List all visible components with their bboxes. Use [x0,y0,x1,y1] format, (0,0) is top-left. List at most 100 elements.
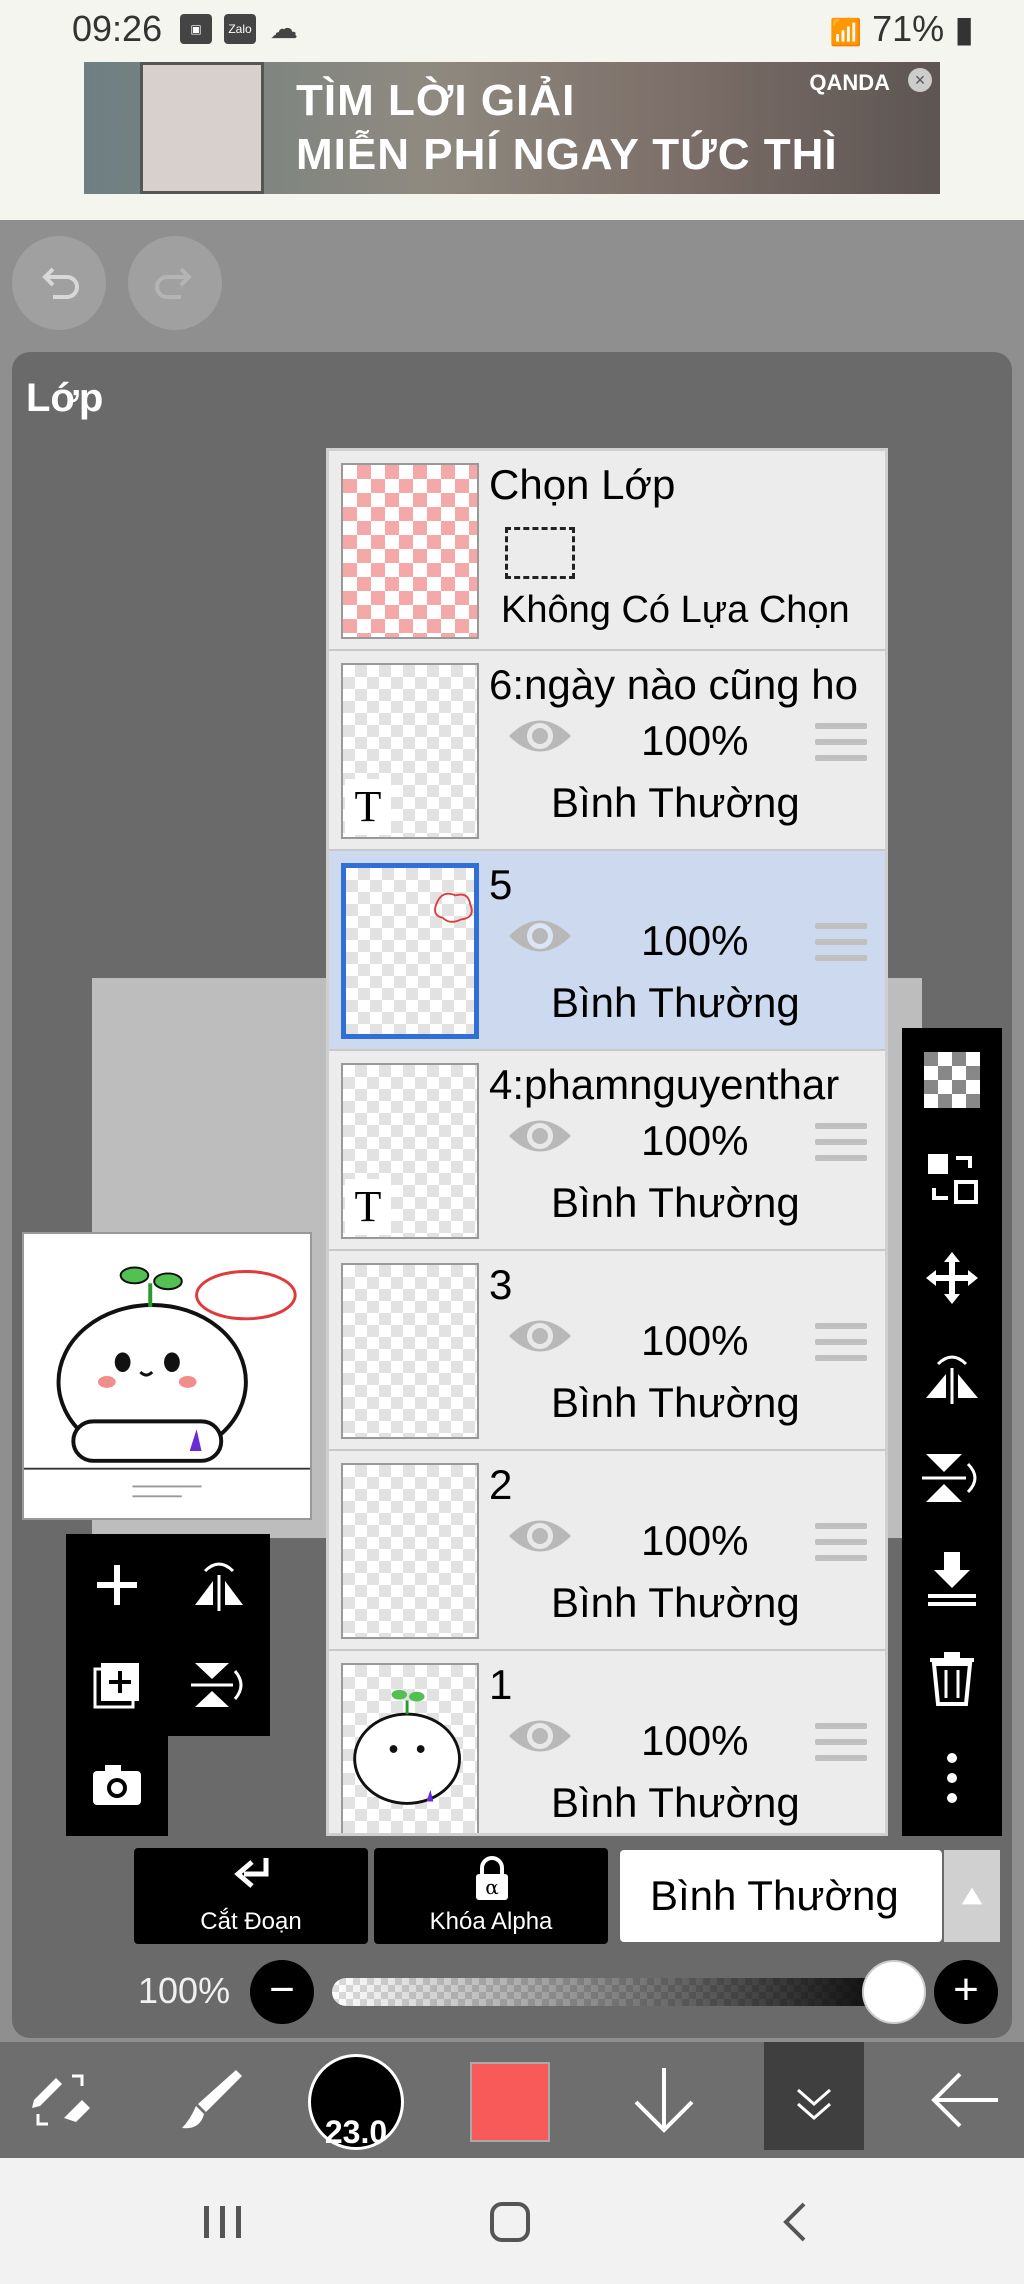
layer-opacity: 100% [641,1717,749,1764]
opacity-label: 100% [138,1970,231,2011]
undo-button[interactable] [12,236,106,330]
layer-row[interactable]: T 6:ngày nào cũng ho 100% Bình Thường [329,651,885,851]
status-bar: 09:26 ▣ Zalo ☁ 📶 71% ▮ [0,0,1024,60]
layer-thumbnail [341,1463,479,1639]
drag-handle-icon[interactable] [815,1123,867,1167]
layer-name: 6:ngày nào cũng ho [489,661,858,708]
visibility-eye-icon[interactable] [505,1713,575,1759]
arrow-down-icon [634,2068,694,2133]
plus-icon [97,1565,137,1605]
merge-down-button[interactable] [920,1546,984,1610]
ad-close-icon[interactable]: × [908,68,932,92]
brush-size-button[interactable]: 23.0 [308,2054,404,2150]
color-swatch-button[interactable] [470,2062,550,2142]
alpha-lock-button[interactable]: α Khóa Alpha [374,1848,608,1944]
import-photo-button[interactable] [82,1750,152,1820]
home-icon[interactable] [480,2192,540,2252]
layer-thumbnail: T [341,663,479,839]
flip-horizontal-button[interactable] [920,1346,984,1410]
layer-row-selected[interactable]: 5 100% Bình Thường [329,851,885,1051]
checkerboard-icon [924,1052,980,1108]
opacity-slider[interactable] [332,1978,912,2006]
ad-banner[interactable]: TÌM LỜI GIẢI MIỄN PHÍ NGAY TỨC THÌ QANDA… [84,62,940,194]
selection-layer-row[interactable]: Chọn Lớp Không Có Lựa Chọn [329,451,885,651]
layer-name: 3 [489,1261,513,1308]
flip-vertical-button[interactable] [920,1446,984,1510]
system-nav-bar [0,2158,1024,2284]
pen-eraser-swap-icon [32,2074,90,2126]
layer-row[interactable]: 2 100% Bình Thường [329,1451,885,1651]
brush-button[interactable] [160,2042,260,2158]
layers-collapse-button[interactable] [764,2042,864,2158]
layer-thumbnail [341,1663,479,1833]
flip-vertical-icon [191,1663,243,1707]
more-vertical-icon [947,1753,957,1803]
drag-handle-icon[interactable] [815,723,867,767]
merge-down-icon [928,1552,976,1606]
clipping-button[interactable]: Cắt Đoạn [134,1848,368,1944]
battery-indicator: 📶 71% ▮ [830,8,974,50]
character-thumb [353,1689,461,1805]
layer-opacity: 100% [641,717,749,764]
layer-blend-mode: Bình Thường [551,1179,800,1226]
layer-row[interactable]: 3 100% Bình Thường [329,1251,885,1451]
opacity-increase-button[interactable]: + [934,1960,998,2024]
layer-opacity: 100% [641,917,749,964]
redo-button[interactable] [128,236,222,330]
move-icon [926,1252,978,1304]
selection-rect-icon [505,527,575,579]
blend-mode-dropdown-button[interactable] [944,1850,1000,1942]
clipping-label: Cắt Đoạn [200,1908,302,1935]
cloud-icon: ☁ [270,13,298,44]
selection-layer-title: Chọn Lớp [489,461,676,508]
layer-name: 2 [489,1461,513,1508]
svg-text:α: α [485,1875,499,1899]
layer-add-toolbox [66,1534,270,1836]
add-layer-button[interactable] [82,1550,152,1620]
visibility-eye-icon[interactable] [505,1313,575,1359]
drag-handle-icon[interactable] [815,1723,867,1767]
layer-row[interactable]: 1 100% Bình Thường [329,1651,885,1833]
transparent-bg-button[interactable] [920,1048,984,1112]
layer-row[interactable]: T 4:phamnguyenthar 100% Bình Thường [329,1051,885,1251]
layer-list[interactable]: Chọn Lớp Không Có Lựa Chọn T 6:ngày nào … [326,448,888,1836]
trash-icon [930,1652,974,1706]
selection-status: Không Có Lựa Chọn [501,589,850,631]
canvas-thumbnail[interactable] [22,1232,312,1520]
swap-layer-button[interactable] [920,1146,984,1210]
drag-handle-icon[interactable] [815,1323,867,1367]
flip-horizontal-icon [926,1355,978,1404]
layer-move-down-button[interactable] [614,2042,714,2158]
blend-mode-select[interactable]: Bình Thường [620,1850,942,1942]
speech-bubble-thumb [434,892,473,923]
text-layer-icon: T [345,779,391,835]
layer-blend-mode: Bình Thường [551,1579,800,1626]
character-drawing [24,1266,310,1498]
opacity-decrease-button[interactable]: − [250,1960,314,2024]
duplicate-layer-button[interactable] [82,1650,152,1720]
drag-handle-icon[interactable] [815,1523,867,1567]
gallery-icon: ▣ [180,14,212,44]
back-icon[interactable] [766,2192,826,2252]
battery-icon: ▮ [954,8,974,49]
move-button[interactable] [920,1246,984,1310]
flip-canvas-horizontal-button[interactable] [184,1550,254,1620]
toolbox-gap [168,1736,270,1836]
visibility-eye-icon[interactable] [505,1513,575,1559]
zalo-icon: Zalo [224,14,256,44]
recent-apps-icon[interactable] [192,2192,252,2252]
visibility-eye-icon[interactable] [505,1113,575,1159]
delete-layer-button[interactable] [920,1646,984,1710]
opacity-slider-knob[interactable] [862,1960,926,2024]
tool-switch-button[interactable] [10,2042,110,2158]
drag-handle-icon[interactable] [815,923,867,967]
layer-blend-mode: Bình Thường [551,979,800,1026]
layer-blend-mode: Bình Thường [551,1379,800,1426]
text-layer-icon: T [345,1179,391,1235]
layer-name: 4:phamnguyenthar [489,1061,840,1108]
more-options-button[interactable] [920,1746,984,1810]
visibility-eye-icon[interactable] [505,713,575,759]
back-arrow-button[interactable] [914,2042,1014,2158]
flip-canvas-vertical-button[interactable] [184,1650,254,1720]
visibility-eye-icon[interactable] [505,913,575,959]
